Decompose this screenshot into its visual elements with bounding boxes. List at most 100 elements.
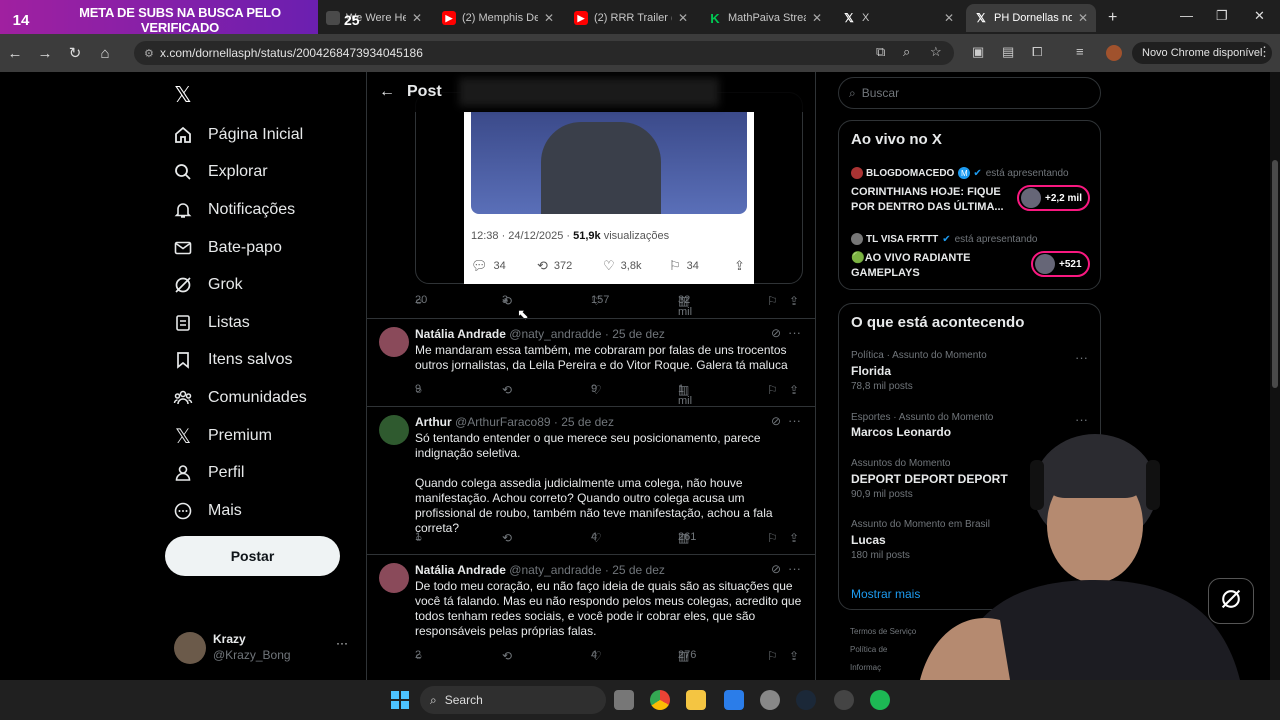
live-panel: Ao vivo no X BLOGDOMACEDO M ✔ está apres… bbox=[838, 120, 1101, 290]
zoom-icon[interactable]: ⌕ bbox=[903, 44, 910, 60]
quoted-like-button[interactable]: ♡ 3,8k bbox=[603, 258, 641, 274]
back-arrow-icon[interactable]: ← bbox=[367, 83, 407, 101]
embedded-video-post[interactable]: 12:38 · 24/12/2025 · 51,9k visualizações… bbox=[464, 112, 754, 284]
more-options-icon[interactable]: ··· bbox=[788, 413, 801, 428]
task-view-icon[interactable] bbox=[614, 690, 634, 710]
nav-more[interactable]: Mais bbox=[172, 493, 242, 529]
chrome-menu-icon[interactable]: ⋮ bbox=[1258, 44, 1271, 60]
nav-home[interactable]: Página Inicial bbox=[172, 117, 303, 153]
page-scrollbar[interactable] bbox=[1270, 72, 1280, 680]
grok-icon[interactable]: ⊘ bbox=[771, 326, 781, 340]
browser-tab-4[interactable]: K MathPaiva Strea ✕ bbox=[700, 4, 830, 32]
scrollbar-thumb[interactable] bbox=[1272, 160, 1278, 388]
more-options-icon[interactable]: ··· bbox=[1075, 350, 1088, 365]
quoted-bookmark-button[interactable]: ⚐ 34 bbox=[669, 258, 699, 274]
more-options-icon[interactable]: ··· bbox=[788, 325, 801, 340]
grok-icon[interactable]: ⊘ bbox=[771, 562, 781, 576]
trend-item[interactable]: Florida bbox=[851, 364, 891, 378]
nav-premium[interactable]: 𝕏 Premium bbox=[172, 418, 272, 454]
close-window-icon[interactable]: ✕ bbox=[1254, 8, 1265, 24]
share-icon: ⇪ bbox=[734, 258, 745, 273]
nav-profile[interactable]: Perfil bbox=[172, 455, 244, 491]
avatar bbox=[851, 233, 863, 245]
tab-close-icon[interactable]: ✕ bbox=[678, 11, 688, 25]
live-stream-title[interactable]: 🟢AO VIVO RADIANTE GAMEPLAYS bbox=[851, 251, 1016, 281]
video-thumbnail[interactable] bbox=[471, 112, 747, 214]
quoted-share-button[interactable]: ⇪ bbox=[734, 258, 751, 274]
x-logo-icon[interactable]: 𝕏 bbox=[174, 82, 192, 108]
live-stream-title[interactable]: CORINTHIANS HOJE: FIQUE POR DENTRO DAS Ú… bbox=[851, 185, 1016, 215]
post-actions: ○ 20 ⟲ 3 ♡ 157 ▥ 32 mil ⚐ ⇪ bbox=[415, 294, 800, 318]
nav-bookmarks[interactable]: Itens salvos bbox=[172, 342, 292, 378]
settings-icon[interactable] bbox=[760, 690, 780, 710]
obs-icon[interactable] bbox=[834, 690, 854, 710]
grok-icon[interactable]: ⊘ bbox=[771, 414, 781, 428]
grok-icon bbox=[1219, 587, 1243, 616]
windows-start-icon[interactable] bbox=[390, 690, 410, 710]
account-more-icon[interactable]: ··· bbox=[336, 636, 348, 650]
account-switcher[interactable]: Krazy @Krazy_Bong ··· bbox=[174, 630, 354, 666]
tab-close-icon[interactable]: ✕ bbox=[944, 11, 954, 25]
store-icon[interactable] bbox=[724, 690, 744, 710]
new-tab-button[interactable]: + bbox=[1100, 4, 1120, 32]
spotify-icon[interactable] bbox=[870, 690, 890, 710]
extension-icon[interactable]: ▣ bbox=[972, 44, 984, 60]
nav-grok[interactable]: Grok bbox=[172, 267, 243, 303]
grok-floating-button[interactable] bbox=[1208, 578, 1254, 624]
avatar bbox=[379, 415, 409, 445]
browser-tab-1[interactable]: We Were Here T✕ bbox=[318, 4, 430, 32]
bookmark-icon: ⚐ bbox=[767, 383, 778, 397]
tab-close-icon[interactable]: ✕ bbox=[812, 11, 822, 25]
address-bar[interactable]: ⚙ x.com/dornellasph/status/2004268473934… bbox=[134, 41, 954, 65]
live-viewers-badge[interactable]: +521 bbox=[1031, 251, 1090, 277]
live-host[interactable]: BLOGDOMACEDO M ✔ está apresentando bbox=[851, 167, 1069, 179]
site-info-icon[interactable]: ⚙ bbox=[144, 47, 160, 60]
reply-post[interactable]: Natália Andrade @naty_andradde · 25 de d… bbox=[367, 561, 815, 643]
nav-communities[interactable]: Comunidades bbox=[172, 380, 307, 416]
trend-item[interactable]: Lucas bbox=[851, 533, 886, 547]
grok-icon bbox=[172, 274, 194, 296]
taskbar-search[interactable]: ⌕ Search bbox=[420, 686, 606, 714]
file-explorer-icon[interactable] bbox=[686, 690, 706, 710]
restore-icon[interactable]: ❐ bbox=[1216, 8, 1228, 24]
steam-icon[interactable] bbox=[796, 690, 816, 710]
bookmark-star-icon[interactable]: ☆ bbox=[930, 44, 942, 60]
chrome-icon[interactable] bbox=[650, 690, 670, 710]
browser-tab-5[interactable]: 𝕏 X ✕ bbox=[834, 4, 962, 32]
reply-post[interactable]: Arthur @ArthurFaraco89 · 25 de dez ⊘ ···… bbox=[367, 413, 815, 535]
profile-avatar-icon[interactable] bbox=[1106, 45, 1122, 61]
home-icon bbox=[172, 124, 194, 146]
forward-icon[interactable]: → bbox=[30, 45, 60, 62]
divider bbox=[367, 406, 815, 407]
browser-tab-2[interactable]: ▶ (2) Memphis Dep ✕ bbox=[434, 4, 562, 32]
search-input[interactable]: ⌕ Buscar bbox=[838, 77, 1101, 109]
live-host[interactable]: TL VISA FRTTT ✔ está apresentando bbox=[851, 233, 1037, 245]
bookmark-icon: ⚐ bbox=[669, 258, 681, 273]
quoted-reply-button[interactable]: 💬︎ 34 bbox=[471, 258, 506, 274]
webcam-overlay bbox=[890, 420, 1260, 680]
home-browser-icon[interactable]: ⌂ bbox=[90, 45, 120, 62]
nav-lists[interactable]: Listas bbox=[172, 305, 250, 341]
quoted-repost-button[interactable]: ⟲ 372 bbox=[537, 258, 572, 274]
nav-explore[interactable]: Explorar bbox=[172, 154, 268, 190]
browser-tab-active[interactable]: 𝕏 PH Dornellas no ✕ bbox=[966, 4, 1096, 32]
footer-link[interactable]: Informaç bbox=[850, 663, 881, 672]
cast-icon[interactable]: ⧉ bbox=[876, 44, 885, 60]
chrome-update-button[interactable]: Novo Chrome disponível bbox=[1132, 42, 1273, 64]
back-icon[interactable]: ← bbox=[0, 45, 30, 62]
live-viewers-badge[interactable]: +2,2 mil bbox=[1017, 185, 1090, 211]
footer-link[interactable]: Política de bbox=[850, 645, 887, 654]
extensions-puzzle-icon[interactable]: ⧠ bbox=[1032, 44, 1042, 60]
media-icon[interactable]: ≡ bbox=[1076, 44, 1084, 59]
reload-icon[interactable]: ↻ bbox=[60, 44, 90, 62]
post-button[interactable]: Postar bbox=[165, 536, 340, 576]
tab-close-icon[interactable]: ✕ bbox=[544, 11, 554, 25]
nav-chat[interactable]: Bate-papo bbox=[172, 230, 282, 266]
tab-close-icon[interactable]: ✕ bbox=[1078, 11, 1088, 25]
minimize-icon[interactable]: — bbox=[1180, 8, 1193, 23]
tab-close-icon[interactable]: ✕ bbox=[412, 11, 422, 25]
browser-tab-3[interactable]: ▶ (2) RRR Trailer (T✕ bbox=[566, 4, 696, 32]
more-options-icon[interactable]: ··· bbox=[788, 561, 801, 576]
extension-icon[interactable]: ▤ bbox=[1002, 44, 1014, 60]
nav-notifications[interactable]: Notificações bbox=[172, 192, 295, 228]
